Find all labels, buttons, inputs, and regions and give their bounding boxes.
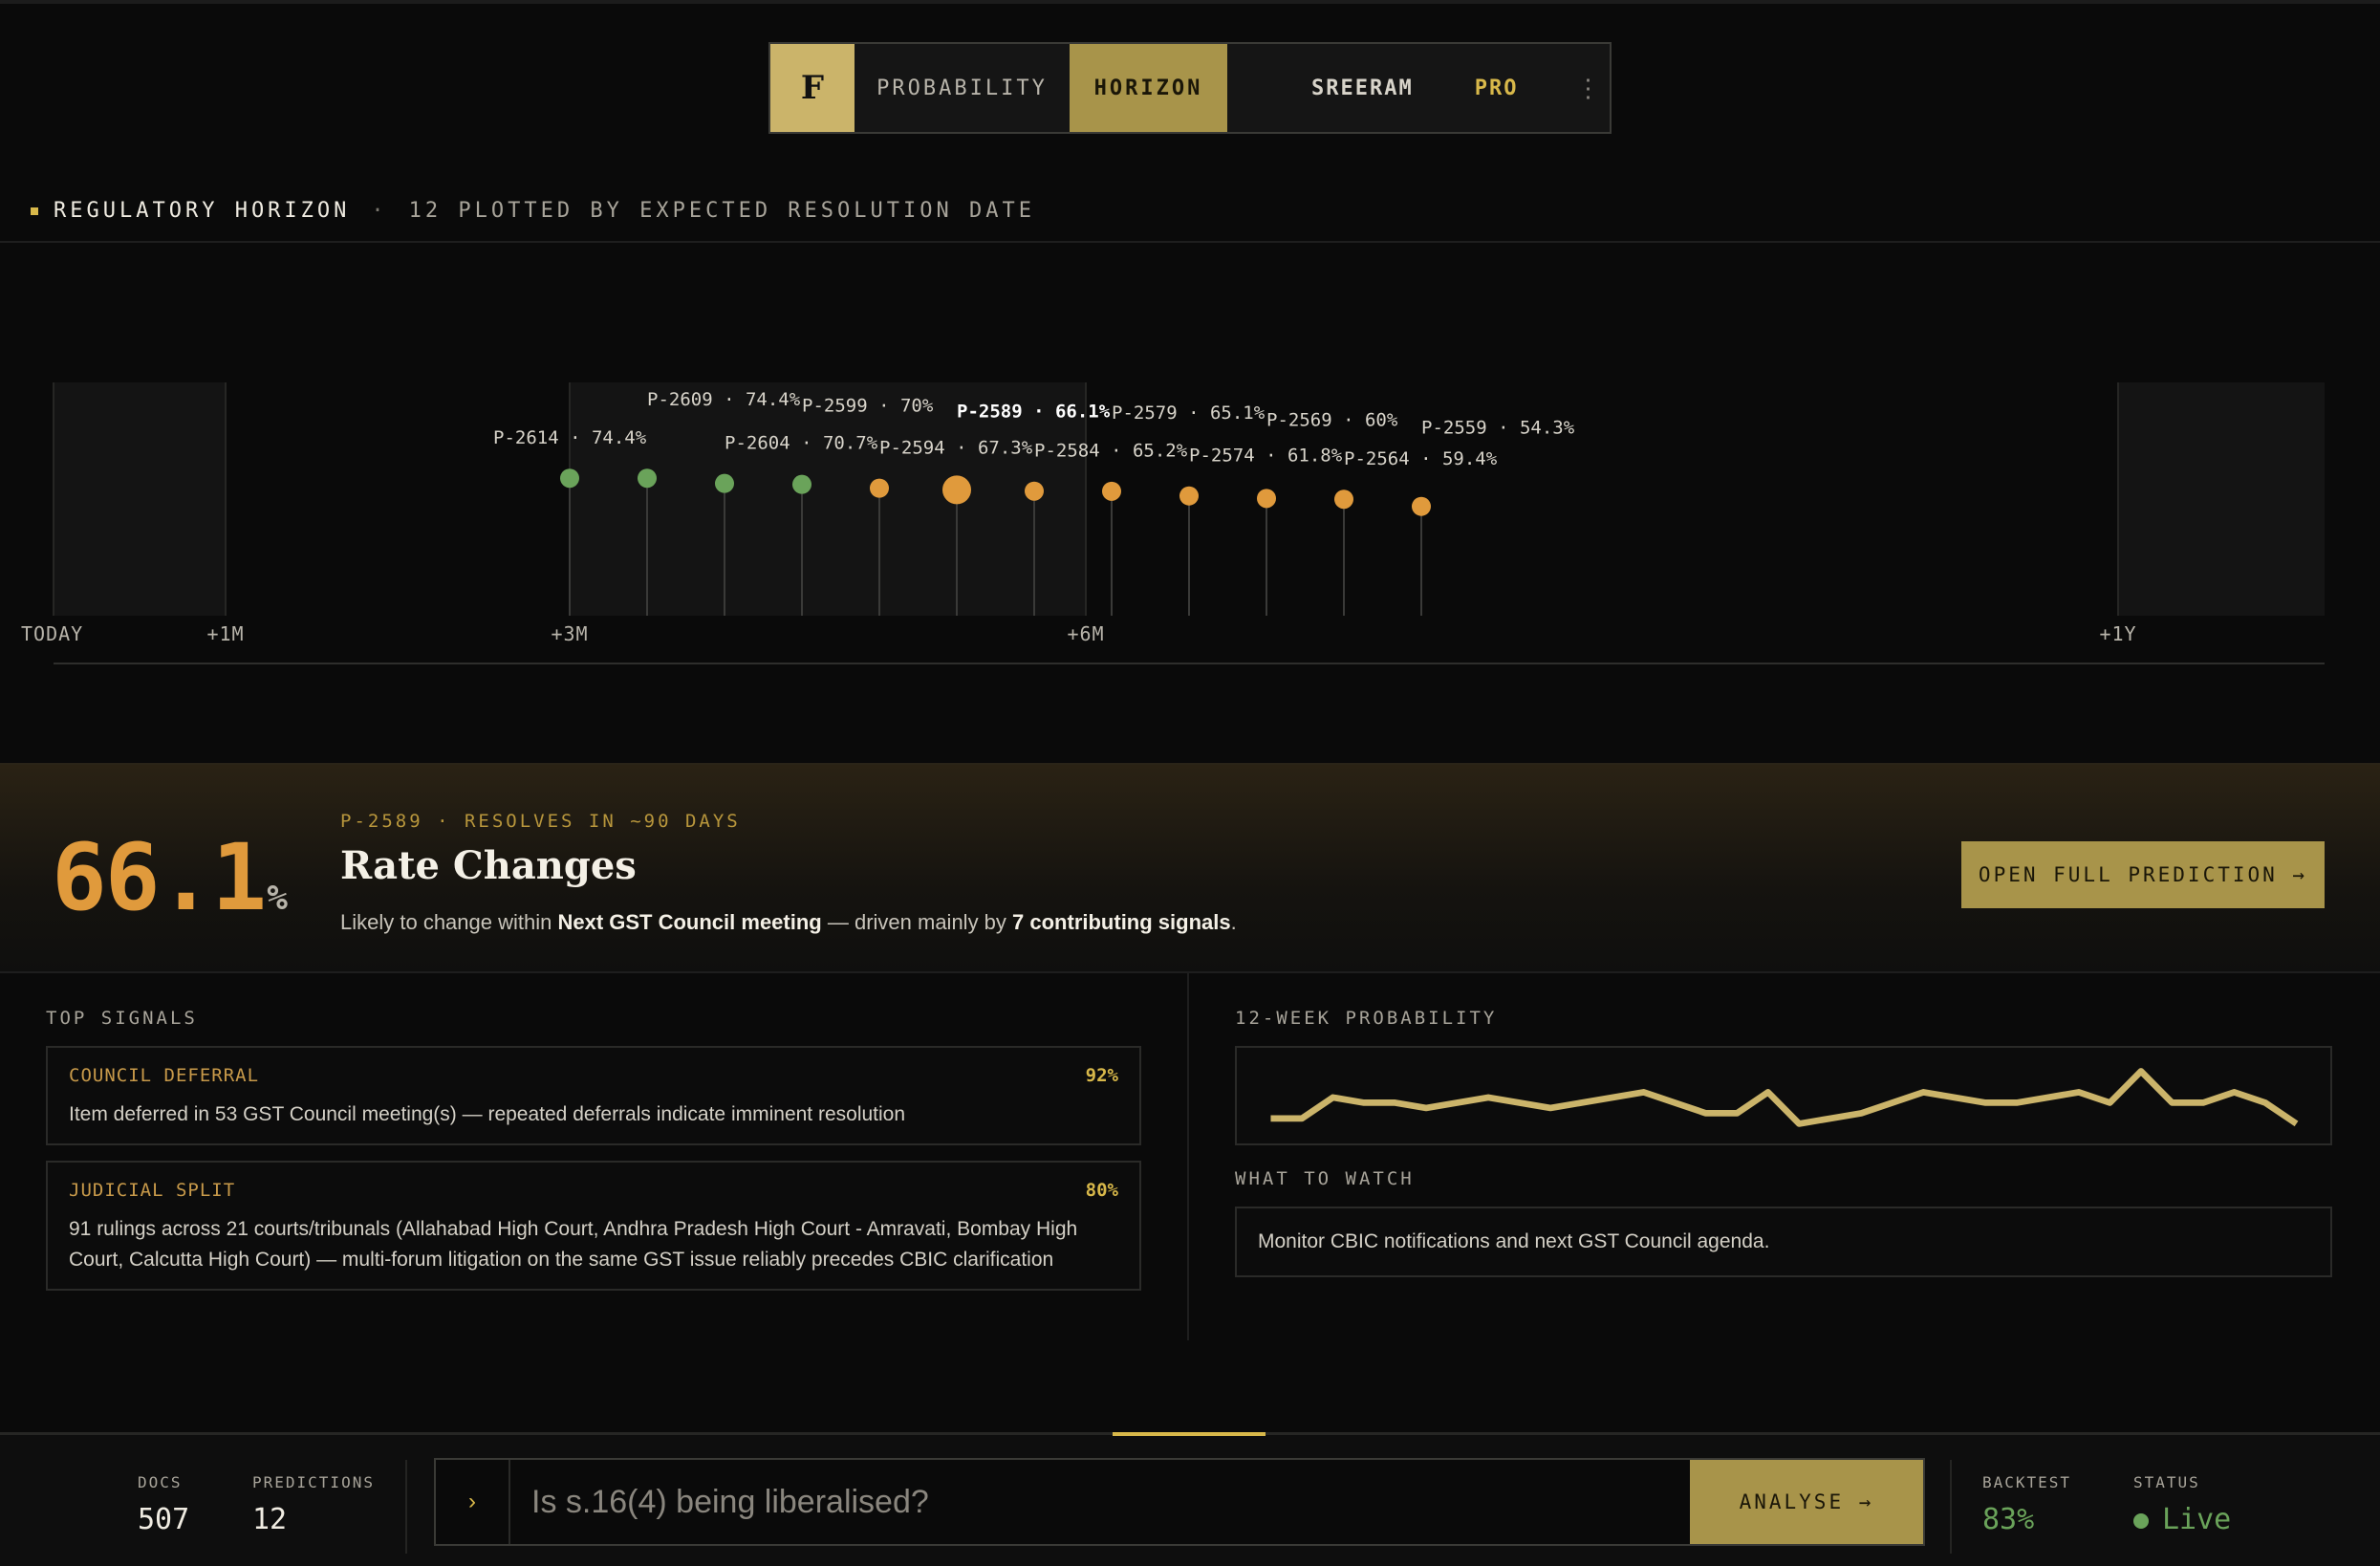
analyse-button[interactable]: ANALYSE → (1690, 1460, 1923, 1544)
focus-desc-post: . (1230, 910, 1237, 934)
divider (0, 241, 2380, 243)
column-divider (1187, 973, 1189, 1340)
point-label: P-2589 · 66.1% (957, 401, 1111, 422)
live-status-icon (2133, 1512, 2149, 1529)
focus-description: Likely to change within Next GST Council… (340, 910, 1237, 935)
divider (0, 971, 2380, 973)
prediction-point[interactable] (1412, 496, 1431, 516)
what-to-watch-label: WHAT TO WATCH (1235, 1168, 1415, 1189)
signal-card[interactable]: JUDICIAL SPLIT 80% 91 rulings across 21 … (46, 1161, 1141, 1291)
signals-label: TOP SIGNALS (46, 1008, 198, 1029)
query-input[interactable] (531, 1460, 1535, 1544)
tab-probability[interactable]: PROBABILITY (855, 44, 1070, 132)
signal-value: 80% (1085, 1180, 1118, 1201)
signal-card[interactable]: COUNCIL DEFERRAL 92% Item deferred in 53… (46, 1046, 1141, 1145)
predictions-label: PREDICTIONS (252, 1473, 375, 1491)
focus-desc-pre: Likely to change within (340, 910, 558, 934)
focus-desc-event: Next GST Council meeting (557, 910, 822, 934)
prediction-point[interactable] (638, 468, 657, 489)
docs-value: 507 (138, 1503, 190, 1536)
query-bar: › ANALYSE → (434, 1458, 1925, 1546)
open-full-prediction-button[interactable]: OPEN FULL PREDICTION → (1961, 841, 2325, 908)
band-month-1 (54, 382, 226, 616)
focus-probability-unit: % (267, 879, 288, 918)
footer-divider (1950, 1460, 1952, 1554)
prediction-point[interactable] (715, 473, 734, 493)
section-separator: · (371, 199, 388, 223)
docs-stat: DOCS 507 (138, 1473, 189, 1536)
prediction-point[interactable] (560, 468, 579, 489)
point-label: P-2574 · 61.8% (1189, 446, 1343, 467)
status-value: Live (2133, 1503, 2231, 1536)
section-subtitle: 12 PLOTTED BY EXPECTED RESOLUTION DATE (408, 199, 1035, 223)
user-name[interactable]: SREERAM (1311, 44, 1414, 132)
plan-badge: PRO (1474, 76, 1519, 100)
point-label: P-2564 · 59.4% (1344, 448, 1498, 469)
x-tick-label: +1M (206, 622, 244, 645)
signal-kind: COUNCIL DEFERRAL (69, 1065, 260, 1086)
prediction-point[interactable] (870, 478, 889, 498)
point-label: P-2594 · 67.3% (879, 438, 1033, 459)
point-label: P-2604 · 70.7% (725, 433, 878, 454)
section-header: REGULATORY HORIZON · 12 PLOTTED BY EXPEC… (31, 199, 1035, 223)
top-border (0, 0, 2380, 4)
app-logo[interactable]: F (770, 44, 855, 132)
x-tick-label: +6M (1067, 622, 1104, 645)
sparkline-series (1270, 1068, 2299, 1127)
focus-panel: 66.1% P-2589 · RESOLVES IN ~90 DAYS Rate… (0, 763, 2380, 971)
signal-text: 91 rulings across 21 courts/tribunals (A… (69, 1218, 1078, 1271)
prediction-point[interactable] (942, 475, 971, 505)
footer-bar: DOCS 507 PREDICTIONS 12 › ANALYSE → BACK… (0, 1432, 2380, 1566)
section-title: REGULATORY HORIZON (54, 199, 351, 223)
point-label: P-2559 · 54.3% (1421, 418, 1575, 439)
predictions-stat: PREDICTIONS 12 (252, 1473, 375, 1536)
point-label: P-2569 · 60% (1266, 409, 1398, 430)
predictions-value: 12 (252, 1503, 288, 1536)
point-label: P-2609 · 74.4% (647, 389, 801, 410)
horizon-chart: TODAY +1M +3M +6M +1Y P-2614 · 74.4%P-2609 · … (21, 382, 2325, 664)
docs-label: DOCS (138, 1473, 183, 1491)
signal-value: 92% (1085, 1065, 1118, 1086)
backtest-value: 83% (1982, 1503, 2035, 1536)
weekly-probability-label: 12-WEEK PROBABILITY (1235, 1008, 1498, 1029)
x-tick-label: +1Y (2099, 622, 2136, 645)
point-label: P-2599 · 70% (802, 396, 934, 417)
backtest-stat: BACKTEST 83% (1982, 1473, 2071, 1536)
footer-accent (1113, 1432, 1266, 1436)
focus-title: Rate Changes (340, 843, 637, 888)
backtest-label: BACKTEST (1982, 1473, 2072, 1491)
what-to-watch-box: Monitor CBIC notifications and next GST … (1235, 1207, 2332, 1277)
tab-horizon[interactable]: HORIZON (1070, 44, 1227, 132)
prompt-chevron-icon: › (436, 1460, 510, 1544)
band-year (2118, 382, 2325, 616)
focus-probability: 66.1% (52, 824, 288, 931)
point-label: P-2614 · 74.4% (493, 427, 647, 448)
focus-probability-value: 66.1 (52, 824, 267, 931)
focus-eyebrow: P-2589 · RESOLVES IN ~90 DAYS (340, 811, 741, 832)
section-marker (31, 207, 38, 215)
prediction-point[interactable] (1257, 489, 1276, 509)
prediction-point[interactable] (1334, 489, 1353, 510)
prediction-point[interactable] (1102, 481, 1121, 501)
prediction-point[interactable] (792, 474, 811, 494)
signal-kind: JUDICIAL SPLIT (69, 1180, 236, 1201)
point-label: P-2579 · 65.1% (1112, 402, 1266, 424)
point-label: P-2584 · 65.2% (1034, 441, 1188, 462)
prediction-point[interactable] (1179, 486, 1199, 506)
weekly-probability-sparkline (1235, 1046, 2332, 1145)
status-value-text: Live (2162, 1503, 2232, 1536)
x-tick-label: TODAY (21, 622, 83, 645)
top-nav: F PROBABILITY HORIZON SREERAM PRO ⋮ (768, 42, 1612, 134)
focus-desc-signals: 7 contributing signals (1012, 910, 1231, 934)
status-label: STATUS (2133, 1473, 2200, 1491)
x-tick-label: +3M (551, 622, 588, 645)
footer-divider (405, 1460, 407, 1554)
focus-desc-mid: — driven mainly by (821, 910, 1013, 934)
signal-text: Item deferred in 53 GST Council meeting(… (69, 1103, 906, 1125)
more-menu-icon[interactable]: ⋮ (1575, 44, 1600, 132)
status-stat: STATUS Live (2133, 1473, 2231, 1536)
prediction-point[interactable] (1025, 481, 1044, 501)
